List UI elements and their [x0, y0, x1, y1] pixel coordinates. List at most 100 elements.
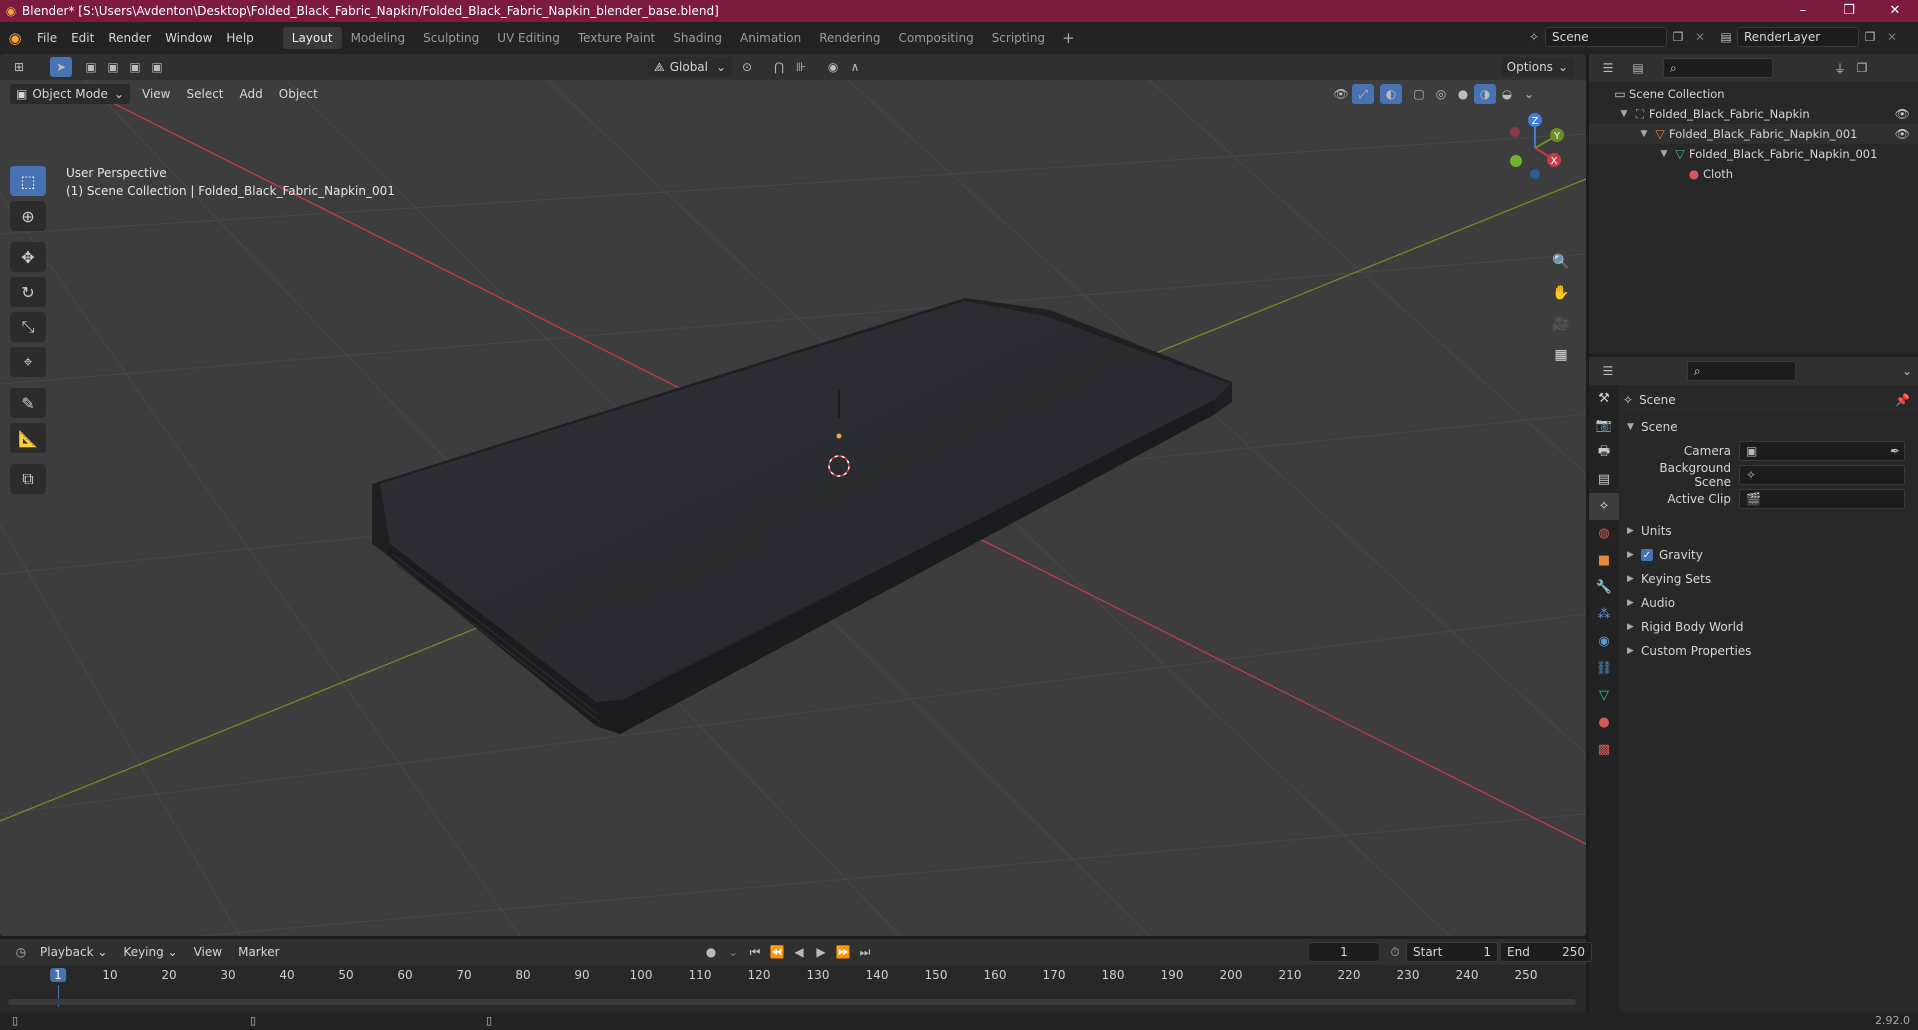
keying-sets-section-header[interactable]: ▶ Keying Sets [1623, 567, 1918, 591]
minimize-button[interactable]: – [1780, 0, 1826, 22]
3d-viewport[interactable]: ⊞ ➤ ▣ ▣ ▣ ▣ ⟁ Global ⌄ ⊙ ⋂ ⊪ ◉ ∧ Options… [0, 54, 1586, 936]
ortho-toggle-button[interactable]: ▦ [1547, 341, 1575, 369]
world-tab[interactable]: ◍ [1589, 520, 1619, 547]
menu-add[interactable]: Add [232, 87, 271, 101]
falloff-icon[interactable]: ∧ [844, 57, 866, 77]
chevron-down-icon[interactable]: ⌄ [1896, 361, 1918, 381]
visibility-eye-icon[interactable]: 👁 [1895, 107, 1910, 121]
view-layer-field[interactable]: RenderLayer [1737, 27, 1859, 47]
menu-select[interactable]: Select [178, 87, 231, 101]
menu-object[interactable]: Object [271, 87, 326, 101]
timeline-ruler[interactable]: 1 10 20 30 40 50 60 70 80 90 100 110 120 130 140 150 16… [0, 965, 1586, 1007]
menu-edit[interactable]: Edit [64, 31, 101, 45]
timeline-scrollbar[interactable] [8, 999, 1576, 1005]
output-tab[interactable]: 🖶 [1589, 439, 1619, 466]
tab-texture-paint[interactable]: Texture Paint [569, 27, 664, 49]
remove-view-layer-icon[interactable]: ✕ [1881, 27, 1903, 47]
texture-tab[interactable]: ▩ [1589, 736, 1619, 763]
visibility-eye-icon[interactable]: 👁 [1895, 127, 1910, 141]
menu-window[interactable]: Window [158, 31, 219, 45]
wireframe-shading-icon[interactable]: ◎ [1430, 84, 1452, 104]
view-layer-icon[interactable]: ▤ [1715, 27, 1737, 47]
tab-modeling[interactable]: Modeling [342, 27, 415, 49]
transform-orientation-dropdown[interactable]: ⟁ Global ⌄ [648, 57, 733, 77]
chevron-down-icon[interactable]: ▼ [1637, 129, 1651, 139]
menu-view[interactable]: View [134, 87, 178, 101]
rotate-tool[interactable]: ↻ [10, 277, 46, 307]
chevron-down-icon[interactable]: ⌄ [1518, 84, 1540, 104]
menu-keying[interactable]: Keying ⌄ [115, 945, 185, 959]
overlay-icon[interactable]: ◐ [1380, 84, 1402, 104]
eyedropper-icon[interactable]: ✒ [1890, 444, 1904, 458]
camera-view-button[interactable]: 🎥 [1547, 310, 1575, 338]
menu-view[interactable]: View [186, 945, 230, 959]
outliner-search-input[interactable]: ⌕ [1663, 58, 1773, 78]
editor-type-icon[interactable]: ☰ [1597, 58, 1619, 78]
scene-icon[interactable]: ✧ [1523, 27, 1545, 47]
outliner-row[interactable]: ▼ ⛶ Folded_Black_Fabric_Napkin 👁 [1589, 104, 1918, 124]
snap-icon[interactable]: ⋂ [768, 57, 790, 77]
scale-tool[interactable]: ⤡ [10, 312, 46, 342]
tool-tab[interactable]: ⚒ [1589, 385, 1619, 412]
tab-rendering[interactable]: Rendering [810, 27, 889, 49]
start-frame-field[interactable]: Start 1 [1406, 942, 1498, 962]
outliner-row[interactable]: ● Cloth [1589, 164, 1918, 184]
new-collection-icon[interactable]: ❐ [1851, 58, 1873, 78]
current-frame-indicator[interactable]: 1 [50, 968, 66, 982]
visibility-icon[interactable]: 👁 [1330, 84, 1352, 104]
menu-file[interactable]: File [30, 31, 64, 45]
menu-playback[interactable]: Playback ⌄ [32, 945, 115, 959]
select-mode-subtract-icon[interactable]: ▣ [124, 57, 146, 77]
move-tool[interactable]: ✥ [10, 242, 46, 272]
new-scene-icon[interactable]: ❐ [1667, 27, 1689, 47]
outliner-row[interactable]: ▼ ▽ Folded_Black_Fabric_Napkin_001 👁 [1589, 124, 1918, 144]
gravity-section-header[interactable]: ▶ ✓ Gravity [1623, 543, 1918, 567]
stopwatch-icon[interactable]: ⏱ [1384, 942, 1406, 962]
units-section-header[interactable]: ▶ Units [1623, 519, 1918, 543]
outliner-row[interactable]: ▼ ▽ Folded_Black_Fabric_Napkin_001 [1589, 144, 1918, 164]
audio-section-header[interactable]: ▶ Audio [1623, 591, 1918, 615]
object-tab[interactable]: ■ [1589, 547, 1619, 574]
camera-field[interactable]: ▣ ✒ [1739, 441, 1905, 461]
current-frame-field[interactable]: 1 [1308, 942, 1380, 962]
tab-compositing[interactable]: Compositing [889, 27, 982, 49]
material-shading-icon[interactable]: ◑ [1474, 84, 1496, 104]
play-icon[interactable]: ▶ [810, 942, 832, 962]
tab-animation[interactable]: Animation [731, 27, 810, 49]
pivot-point-icon[interactable]: ⊙ [736, 57, 758, 77]
gizmo-icon[interactable]: ⤢ [1352, 84, 1374, 104]
modifier-tab[interactable]: 🔧 [1589, 574, 1619, 601]
tab-sculpting[interactable]: Sculpting [414, 27, 488, 49]
prev-keyframe-icon[interactable]: ⏪ [766, 942, 788, 962]
mode-dropdown[interactable]: ▣ Object Mode ⌄ [10, 84, 130, 104]
outliner-row[interactable]: ▭ Scene Collection [1589, 84, 1918, 104]
select-mode-extend-icon[interactable]: ▣ [102, 57, 124, 77]
scene-name-field[interactable]: Scene [1545, 27, 1667, 47]
scene-section-header[interactable]: ▼ Scene [1623, 415, 1918, 439]
editor-type-icon[interactable]: ⊞ [8, 57, 30, 77]
chevron-down-icon[interactable]: ⌄ [722, 942, 744, 962]
render-tab[interactable]: 📷 [1589, 412, 1619, 439]
solid-shading-icon[interactable]: ● [1452, 84, 1474, 104]
select-mode-invert-icon[interactable]: ▣ [146, 57, 168, 77]
snap-target-icon[interactable]: ⊪ [790, 57, 812, 77]
pin-icon[interactable]: 📌 [1895, 393, 1910, 407]
filter-icon[interactable]: ⏚ [1829, 58, 1851, 78]
editor-type-icon[interactable]: ◷ [10, 942, 32, 962]
editor-type-icon[interactable]: ☰ [1597, 361, 1619, 381]
display-mode-icon[interactable]: ▤ [1627, 58, 1649, 78]
menu-marker[interactable]: Marker [230, 945, 287, 959]
chevron-down-icon[interactable]: ▼ [1657, 149, 1671, 159]
active-clip-field[interactable]: 🎬 [1739, 489, 1905, 509]
select-tool-icon[interactable]: ➤ [50, 57, 72, 77]
tab-shading[interactable]: Shading [664, 27, 731, 49]
gravity-checkbox[interactable]: ✓ [1641, 549, 1653, 561]
menu-help[interactable]: Help [219, 31, 260, 45]
annotate-tool[interactable]: ✎ [10, 388, 46, 418]
physics-tab[interactable]: ◉ [1589, 628, 1619, 655]
custom-properties-section-header[interactable]: ▶ Custom Properties [1623, 639, 1918, 663]
add-workspace-button[interactable]: + [1054, 29, 1083, 47]
scene-tab[interactable]: ✧ [1589, 493, 1619, 520]
jump-start-icon[interactable]: ⏮ [744, 942, 766, 962]
tab-uv-editing[interactable]: UV Editing [488, 27, 569, 49]
